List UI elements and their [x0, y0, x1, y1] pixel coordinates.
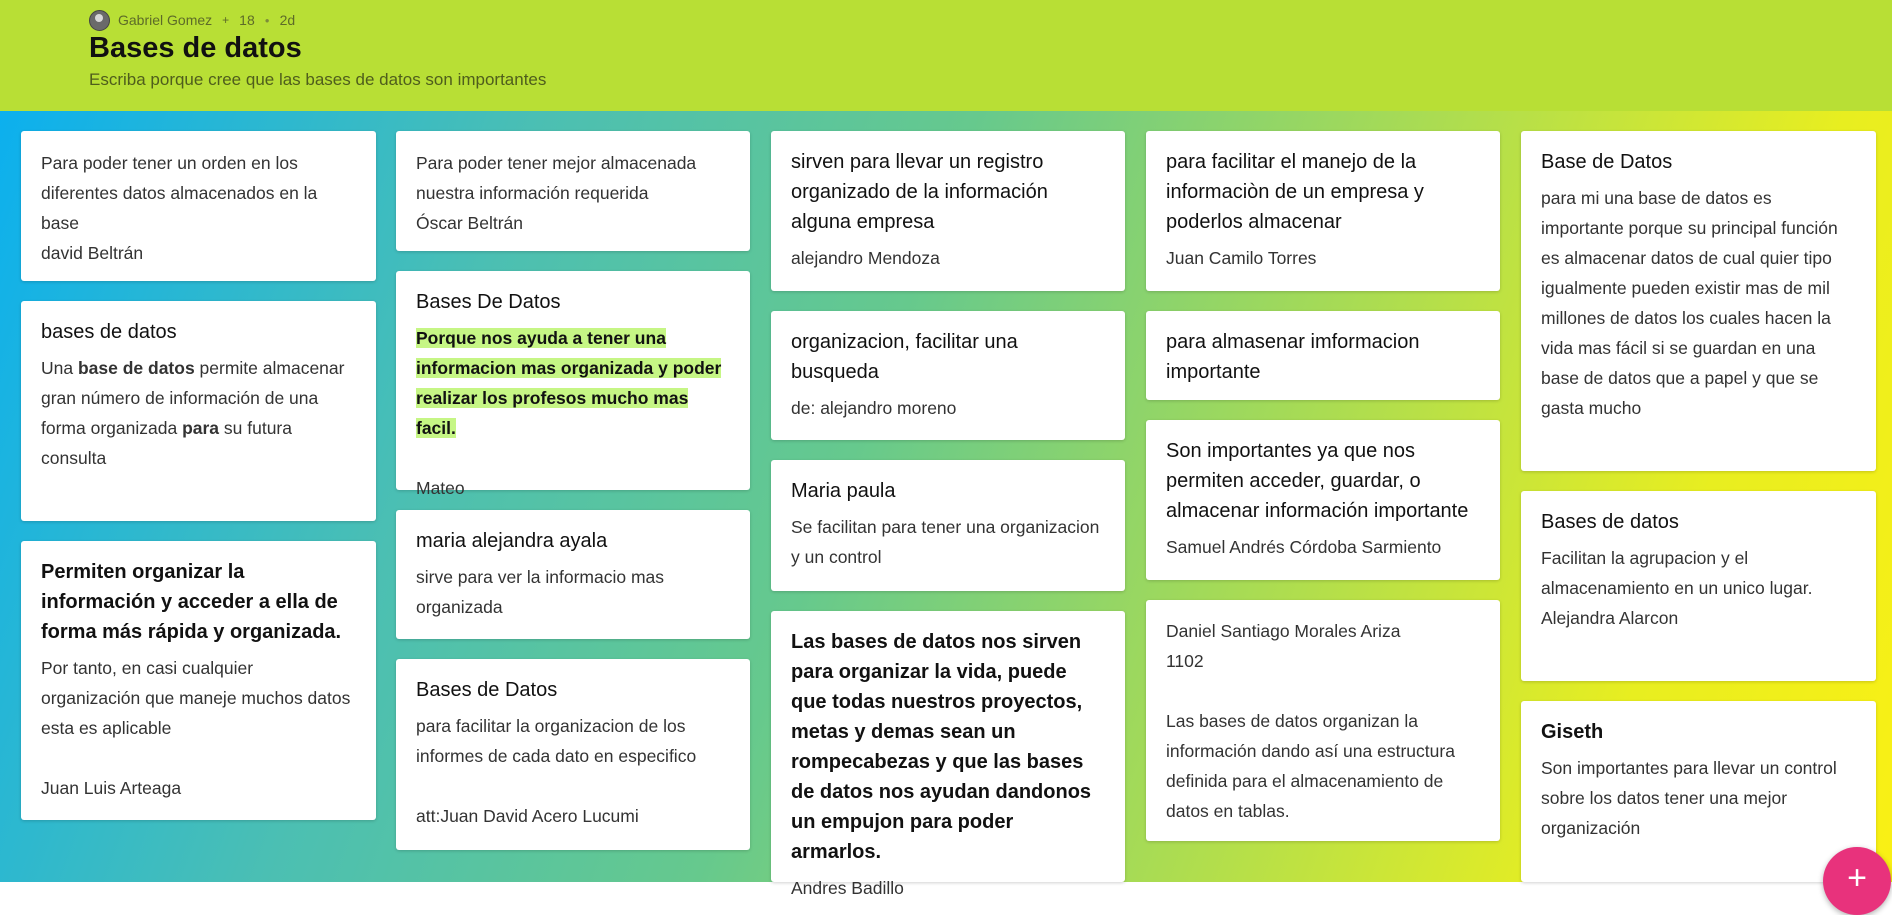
plus-icon: +: [222, 13, 230, 27]
post-body: Samuel Andrés Córdoba Sarmiento: [1166, 537, 1442, 557]
post-body: Andres Badillo: [791, 878, 904, 898]
post-title: Son importantes ya que nos permiten acce…: [1166, 440, 1469, 522]
post-body: Por tanto, en casi cualquier organizació…: [41, 658, 351, 798]
author-meta: Gabriel Gomez + 18 ● 2d: [89, 9, 296, 31]
avatar[interactable]: [89, 9, 110, 31]
post-title: Bases de Datos: [416, 679, 558, 701]
post-card[interactable]: para almasenar imformacion importante: [1146, 311, 1500, 400]
post-card[interactable]: Base de Datos para mi una base de datos …: [1521, 131, 1876, 471]
post-card[interactable]: organizacion, facilitar una busqueda de:…: [771, 311, 1125, 440]
post-title: Maria paula: [791, 480, 896, 502]
post-body: Para poder tener un orden en los diferen…: [41, 153, 318, 263]
post-card[interactable]: bases de datos Una base de datos permite…: [21, 301, 376, 521]
post-title: Bases De Datos: [416, 291, 561, 313]
post-card[interactable]: Bases de Datos para facilitar la organiz…: [396, 659, 750, 850]
post-title: organizacion, facilitar una busqueda: [791, 331, 1018, 383]
post-card[interactable]: para facilitar el manejo de la informaci…: [1146, 131, 1500, 291]
post-body: alejandro Mendoza: [791, 248, 940, 268]
post-card[interactable]: Bases De Datos Porque nos ayuda a tener …: [396, 271, 750, 498]
post-card[interactable]: Las bases de datos nos sirven para organ…: [771, 611, 1125, 898]
post-body: Son importantes para llevar un control s…: [1541, 758, 1837, 838]
post-card[interactable]: maria alejandra ayala sirve para ver la …: [396, 510, 750, 639]
post-title: sirven para llevar un registro organizad…: [791, 151, 1048, 233]
author-name[interactable]: Gabriel Gomez: [118, 12, 212, 28]
post-title: para almasenar imformacion importante: [1166, 331, 1420, 383]
post-body: Para poder tener mejor almacenada nuestr…: [416, 153, 697, 233]
post-card[interactable]: Maria paula Se facilitan para tener una …: [771, 460, 1125, 591]
page-title: Bases de datos: [89, 32, 302, 64]
post-body: para mi una base de datos es importante …: [1541, 188, 1838, 418]
post-title: Base de Datos: [1541, 151, 1673, 173]
post-title: Giseth: [1541, 721, 1604, 743]
post-title: Bases de datos: [1541, 511, 1679, 533]
post-card[interactable]: Bases de datos Facilitan la agrupacion y…: [1521, 491, 1876, 681]
post-author: Mateo: [416, 478, 465, 498]
padlet-header: Gabriel Gomez + 18 ● 2d Bases de datos E…: [0, 0, 1892, 111]
post-card[interactable]: Son importantes ya que nos permiten acce…: [1146, 420, 1500, 580]
post-title: maria alejandra ayala: [416, 530, 608, 552]
post-title: bases de datos: [41, 321, 177, 343]
post-body: para facilitar la organizacion de los in…: [416, 716, 697, 826]
post-title: Permiten organizar la información y acce…: [41, 561, 342, 643]
post-card[interactable]: Giseth Son importantes para llevar un co…: [1521, 701, 1876, 882]
post-body: Juan Camilo Torres: [1166, 248, 1317, 268]
post-body: sirve para ver la informacio mas organiz…: [416, 567, 664, 617]
page-subtitle: Escriba porque cree que las bases de dat…: [89, 70, 547, 89]
post-body: Una base de datos permite almacenar gran…: [41, 358, 345, 468]
post-title: Las bases de datos nos sirven para organ…: [791, 631, 1092, 863]
dot-icon: ●: [264, 15, 270, 25]
post-card[interactable]: Daniel Santiago Morales Ariza 1102 Las b…: [1146, 600, 1500, 841]
post-card[interactable]: Permiten organizar la información y acce…: [21, 541, 376, 820]
post-body: Facilitan la agrupacion y el almacenamie…: [1541, 548, 1813, 628]
add-post-button[interactable]: +: [1823, 847, 1891, 915]
post-card[interactable]: sirven para llevar un registro organizad…: [771, 131, 1125, 291]
post-body: Porque nos ayuda a tener una informacion…: [416, 323, 730, 443]
post-title: para facilitar el manejo de la informaci…: [1166, 151, 1424, 233]
highlighted-text: Porque nos ayuda a tener una informacion…: [416, 328, 722, 438]
post-count: 18: [239, 12, 255, 28]
post-body: Daniel Santiago Morales Ariza 1102 Las b…: [1166, 621, 1455, 821]
post-body: de: alejandro moreno: [791, 398, 957, 418]
post-card[interactable]: Para poder tener un orden en los diferen…: [21, 131, 376, 281]
post-body: Se facilitan para tener una organizacion…: [791, 517, 1100, 567]
post-card[interactable]: Para poder tener mejor almacenada nuestr…: [396, 131, 750, 251]
age-label: 2d: [279, 12, 296, 28]
